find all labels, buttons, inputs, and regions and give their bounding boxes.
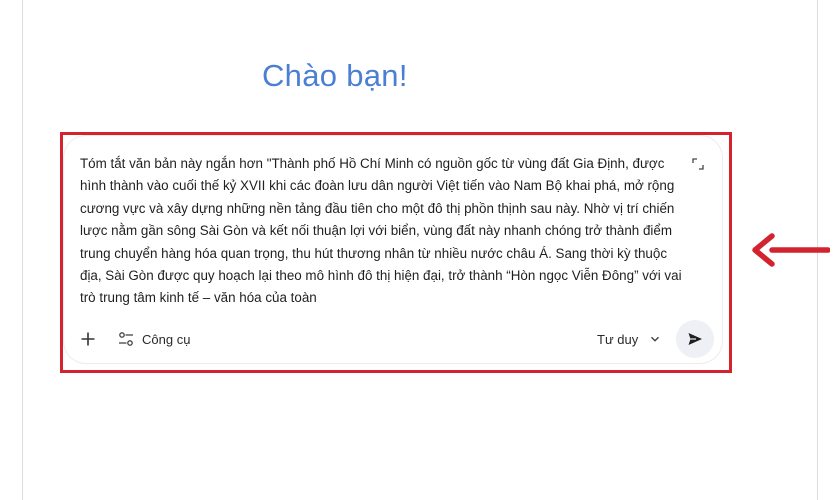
highlight-box (60, 132, 732, 373)
red-arrow-icon (752, 233, 830, 267)
greeting-title: Chào bạn! (262, 58, 408, 93)
left-frame-edge (0, 0, 23, 500)
